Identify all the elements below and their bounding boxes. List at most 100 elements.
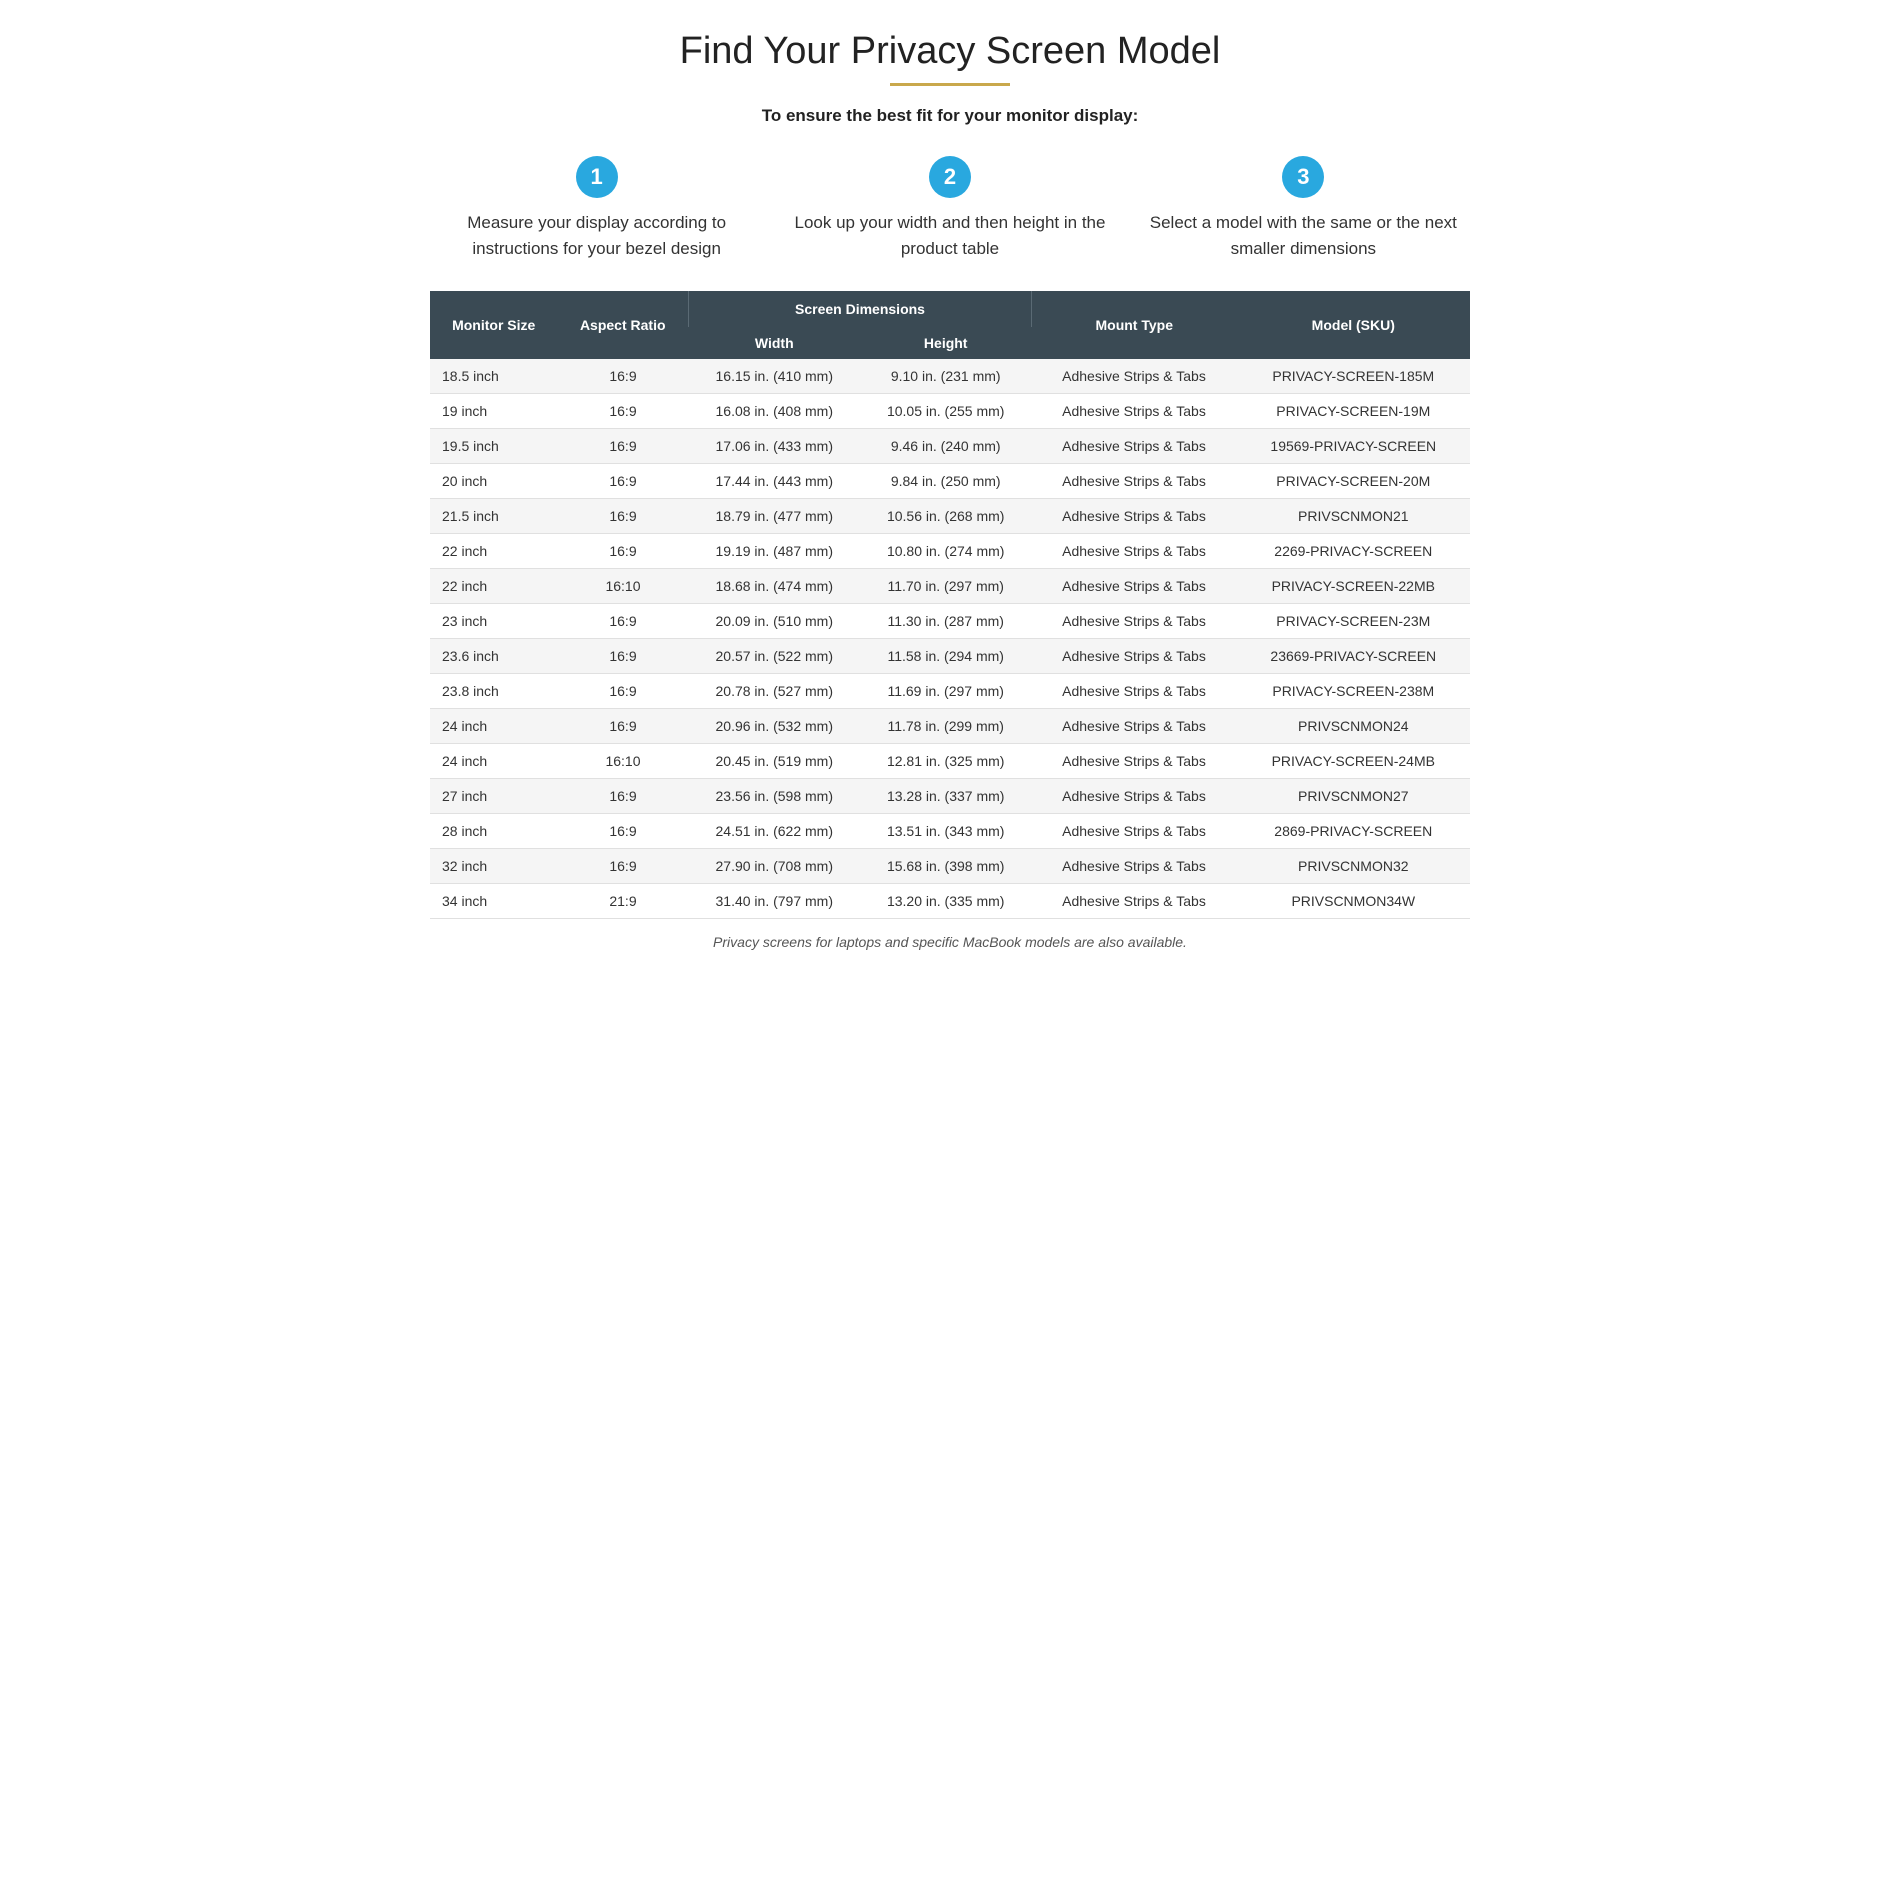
table-row: 23.8 inch 16:9 20.78 in. (527 mm) 11.69 … [430, 674, 1470, 709]
step-3-text: Select a model with the same or the next… [1147, 210, 1460, 261]
cell-width: 16.08 in. (408 mm) [689, 394, 860, 429]
table-row: 32 inch 16:9 27.90 in. (708 mm) 15.68 in… [430, 849, 1470, 884]
cell-aspect-ratio: 16:9 [557, 709, 688, 744]
footer-note: Privacy screens for laptops and specific… [430, 934, 1470, 950]
cell-width: 16.15 in. (410 mm) [689, 359, 860, 394]
cell-monitor-size: 32 inch [430, 849, 557, 884]
gold-divider [890, 83, 1010, 86]
cell-width: 23.56 in. (598 mm) [689, 779, 860, 814]
cell-model: 2269-PRIVACY-SCREEN [1237, 534, 1470, 569]
cell-aspect-ratio: 16:10 [557, 569, 688, 604]
step-3: 3 Select a model with the same or the ne… [1137, 156, 1470, 261]
cell-model: PRIVSCNMON34W [1237, 884, 1470, 919]
cell-width: 24.51 in. (622 mm) [689, 814, 860, 849]
steps-container: 1 Measure your display according to inst… [430, 156, 1470, 261]
cell-model: PRIVACY-SCREEN-19M [1237, 394, 1470, 429]
cell-mount: Adhesive Strips & Tabs [1031, 674, 1236, 709]
col-aspect-ratio: Aspect Ratio [557, 291, 688, 359]
cell-width: 20.78 in. (527 mm) [689, 674, 860, 709]
cell-mount: Adhesive Strips & Tabs [1031, 534, 1236, 569]
cell-monitor-size: 18.5 inch [430, 359, 557, 394]
cell-monitor-size: 22 inch [430, 534, 557, 569]
cell-mount: Adhesive Strips & Tabs [1031, 464, 1236, 499]
step-1-text: Measure your display according to instru… [440, 210, 753, 261]
cell-aspect-ratio: 16:9 [557, 429, 688, 464]
cell-mount: Adhesive Strips & Tabs [1031, 569, 1236, 604]
cell-mount: Adhesive Strips & Tabs [1031, 499, 1236, 534]
table-row: 19.5 inch 16:9 17.06 in. (433 mm) 9.46 i… [430, 429, 1470, 464]
page-title: Find Your Privacy Screen Model [430, 30, 1470, 73]
cell-model: PRIVACY-SCREEN-238M [1237, 674, 1470, 709]
table-row: 28 inch 16:9 24.51 in. (622 mm) 13.51 in… [430, 814, 1470, 849]
cell-mount: Adhesive Strips & Tabs [1031, 604, 1236, 639]
cell-model: PRIVSCNMON24 [1237, 709, 1470, 744]
cell-width: 19.19 in. (487 mm) [689, 534, 860, 569]
cell-model: PRIVACY-SCREEN-20M [1237, 464, 1470, 499]
cell-width: 18.79 in. (477 mm) [689, 499, 860, 534]
table-row: 22 inch 16:9 19.19 in. (487 mm) 10.80 in… [430, 534, 1470, 569]
cell-aspect-ratio: 16:9 [557, 499, 688, 534]
cell-aspect-ratio: 16:9 [557, 674, 688, 709]
cell-height: 13.20 in. (335 mm) [860, 884, 1031, 919]
cell-monitor-size: 23.8 inch [430, 674, 557, 709]
cell-width: 20.57 in. (522 mm) [689, 639, 860, 674]
cell-aspect-ratio: 16:9 [557, 534, 688, 569]
table-row: 22 inch 16:10 18.68 in. (474 mm) 11.70 i… [430, 569, 1470, 604]
cell-aspect-ratio: 16:9 [557, 849, 688, 884]
cell-mount: Adhesive Strips & Tabs [1031, 709, 1236, 744]
cell-monitor-size: 23.6 inch [430, 639, 557, 674]
cell-height: 11.30 in. (287 mm) [860, 604, 1031, 639]
step-1-circle: 1 [576, 156, 618, 198]
table-row: 20 inch 16:9 17.44 in. (443 mm) 9.84 in.… [430, 464, 1470, 499]
table-row: 24 inch 16:9 20.96 in. (532 mm) 11.78 in… [430, 709, 1470, 744]
cell-aspect-ratio: 16:9 [557, 639, 688, 674]
table-row: 23.6 inch 16:9 20.57 in. (522 mm) 11.58 … [430, 639, 1470, 674]
cell-width: 18.68 in. (474 mm) [689, 569, 860, 604]
col-screen-dims: Screen Dimensions [689, 291, 1032, 327]
cell-model: PRIVSCNMON21 [1237, 499, 1470, 534]
cell-monitor-size: 34 inch [430, 884, 557, 919]
col-height: Height [860, 327, 1031, 359]
cell-aspect-ratio: 21:9 [557, 884, 688, 919]
step-2-circle: 2 [929, 156, 971, 198]
cell-width: 17.44 in. (443 mm) [689, 464, 860, 499]
cell-width: 17.06 in. (433 mm) [689, 429, 860, 464]
cell-model: PRIVSCNMON27 [1237, 779, 1470, 814]
cell-height: 10.80 in. (274 mm) [860, 534, 1031, 569]
cell-mount: Adhesive Strips & Tabs [1031, 884, 1236, 919]
step-2: 2 Look up your width and then height in … [783, 156, 1116, 261]
cell-model: PRIVACY-SCREEN-22MB [1237, 569, 1470, 604]
col-monitor-size: Monitor Size [430, 291, 557, 359]
cell-monitor-size: 21.5 inch [430, 499, 557, 534]
cell-mount: Adhesive Strips & Tabs [1031, 849, 1236, 884]
cell-model: PRIVACY-SCREEN-23M [1237, 604, 1470, 639]
cell-height: 9.10 in. (231 mm) [860, 359, 1031, 394]
cell-mount: Adhesive Strips & Tabs [1031, 744, 1236, 779]
table-row: 27 inch 16:9 23.56 in. (598 mm) 13.28 in… [430, 779, 1470, 814]
cell-monitor-size: 23 inch [430, 604, 557, 639]
product-table: Monitor Size Aspect Ratio Screen Dimensi… [430, 291, 1470, 919]
cell-monitor-size: 19.5 inch [430, 429, 557, 464]
cell-mount: Adhesive Strips & Tabs [1031, 779, 1236, 814]
cell-aspect-ratio: 16:9 [557, 814, 688, 849]
cell-mount: Adhesive Strips & Tabs [1031, 394, 1236, 429]
cell-height: 10.56 in. (268 mm) [860, 499, 1031, 534]
cell-height: 9.84 in. (250 mm) [860, 464, 1031, 499]
cell-monitor-size: 24 inch [430, 744, 557, 779]
cell-aspect-ratio: 16:10 [557, 744, 688, 779]
cell-width: 27.90 in. (708 mm) [689, 849, 860, 884]
cell-height: 13.51 in. (343 mm) [860, 814, 1031, 849]
cell-monitor-size: 24 inch [430, 709, 557, 744]
table-row: 19 inch 16:9 16.08 in. (408 mm) 10.05 in… [430, 394, 1470, 429]
cell-width: 20.96 in. (532 mm) [689, 709, 860, 744]
cell-height: 11.69 in. (297 mm) [860, 674, 1031, 709]
cell-model: PRIVACY-SCREEN-24MB [1237, 744, 1470, 779]
cell-height: 15.68 in. (398 mm) [860, 849, 1031, 884]
cell-model: PRIVSCNMON32 [1237, 849, 1470, 884]
cell-height: 13.28 in. (337 mm) [860, 779, 1031, 814]
cell-width: 20.09 in. (510 mm) [689, 604, 860, 639]
page-subtitle: To ensure the best fit for your monitor … [430, 106, 1470, 126]
cell-height: 10.05 in. (255 mm) [860, 394, 1031, 429]
table-row: 34 inch 21:9 31.40 in. (797 mm) 13.20 in… [430, 884, 1470, 919]
cell-height: 12.81 in. (325 mm) [860, 744, 1031, 779]
